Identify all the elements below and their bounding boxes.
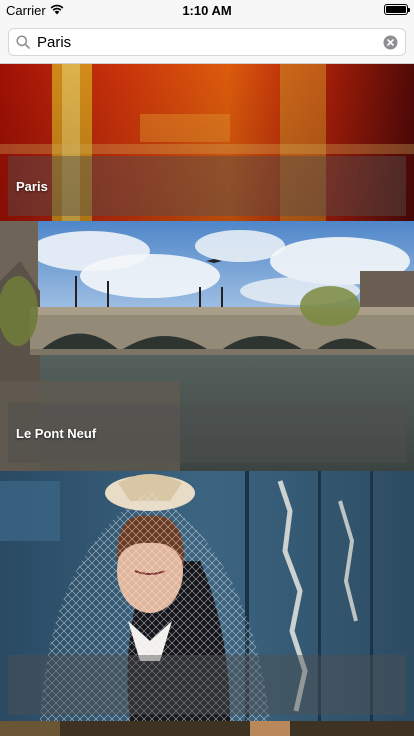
caption-panel [8,655,406,715]
photo-cell-veil[interactable] [0,471,414,721]
battery-fill [386,6,406,13]
search-bar [0,20,414,64]
photo-list[interactable]: Paris Le Pont Neuf [0,64,414,736]
photo-cell-paris[interactable]: Paris [0,64,414,221]
photo-caption: Le Pont Neuf [16,425,97,441]
search-icon [9,35,37,49]
search-input[interactable] [37,29,375,55]
search-field[interactable] [8,28,406,56]
photo-partial-image [0,721,414,736]
photo-caption: Paris [16,178,48,194]
caption-panel: Paris [8,156,406,216]
status-bar: Carrier 1:10 AM [0,0,414,20]
status-right [384,4,410,15]
status-time: 1:10 AM [182,3,232,18]
caption-panel: Le Pont Neuf [8,403,406,463]
photo-cell-pont-neuf[interactable]: Le Pont Neuf [0,221,414,471]
photo-cell-partial[interactable] [0,721,414,736]
battery-icon [384,4,410,15]
clear-icon [383,35,397,49]
clear-button[interactable] [375,35,405,50]
